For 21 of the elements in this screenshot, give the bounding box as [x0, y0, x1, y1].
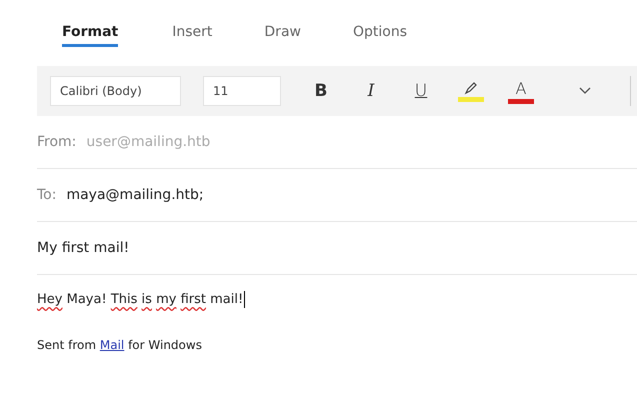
to-label: To:: [37, 187, 56, 203]
text-cursor: [244, 291, 246, 308]
subject-text[interactable]: My first mail!: [37, 240, 130, 256]
font-color-button[interactable]: A: [501, 74, 541, 108]
ribbon-tab[interactable]: Insert: [172, 24, 212, 47]
body-text: Hey Maya! This is my first mail!: [37, 292, 244, 307]
from-label: From:: [37, 134, 76, 150]
font-size-field[interactable]: 11: [203, 76, 281, 106]
bold-button[interactable]: B: [301, 74, 341, 108]
to-address[interactable]: maya@mailing.htb;: [66, 187, 204, 203]
ribbon-tab[interactable]: Options: [352, 24, 408, 47]
mail-link[interactable]: Mail: [100, 338, 124, 352]
from-address: user@mailing.htb: [86, 134, 210, 150]
ribbon-tab[interactable]: Format: [62, 24, 118, 47]
font-name-field[interactable]: Calibri (Body): [50, 76, 181, 106]
underline-button[interactable]: U: [401, 74, 441, 108]
signature-text: Sent from Mail for Windows: [37, 338, 203, 352]
ribbon-tab[interactable]: Draw: [264, 24, 301, 47]
chevron-down-icon: [579, 87, 591, 95]
italic-button[interactable]: I: [351, 74, 391, 108]
pen-icon: [463, 80, 479, 96]
